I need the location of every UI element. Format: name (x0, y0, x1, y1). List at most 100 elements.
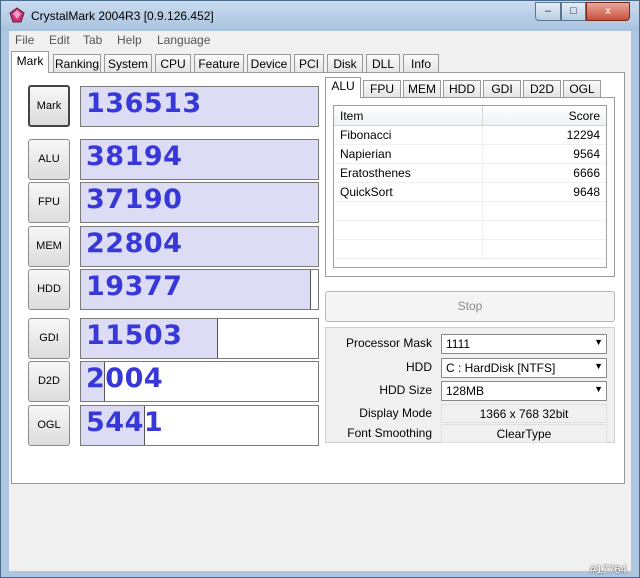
row-item: QuickSort (340, 185, 393, 199)
tab-info[interactable]: Info (403, 54, 439, 73)
result-tab-mem[interactable]: MEM (403, 80, 441, 98)
processor-mask-select[interactable]: 1111 ▼ (441, 334, 607, 354)
row-score: 9564 (573, 147, 600, 161)
tab-feature[interactable]: Feature (194, 54, 244, 73)
mark-score-box: 136513 (80, 86, 319, 127)
row-divider (482, 183, 483, 202)
results-header: Item Score (334, 106, 606, 126)
table-row-empty (334, 240, 606, 259)
column-divider (482, 106, 483, 126)
menu-help[interactable]: Help (117, 33, 142, 47)
column-header-score[interactable]: Score (569, 109, 600, 123)
menu-tab[interactable]: Tab (83, 33, 102, 47)
row-item: Eratosthenes (340, 166, 411, 180)
menu-bar: File Edit Tab Help Language (9, 31, 631, 51)
d2d-button[interactable]: D2D (28, 361, 70, 402)
result-panel: Item Score Fibonacci 12294 Napierian 956… (325, 97, 615, 277)
menu-edit[interactable]: Edit (49, 33, 70, 47)
row-item: Fibonacci (340, 128, 392, 142)
results-list[interactable]: Item Score Fibonacci 12294 Napierian 956… (333, 105, 607, 268)
menu-file[interactable]: File (15, 33, 34, 47)
alu-button[interactable]: ALU (28, 139, 70, 180)
hdd-size-select[interactable]: 128MB ▼ (441, 381, 607, 401)
table-row[interactable]: QuickSort 9648 (334, 183, 606, 202)
processor-mask-value: 1111 (446, 337, 471, 351)
table-row[interactable]: Napierian 9564 (334, 145, 606, 164)
result-tab-bar: ALU FPU MEM HDD GDI D2D OGL (325, 77, 619, 98)
window-title: CrystalMark 2004R3 [0.9.126.452] (31, 9, 214, 23)
crystalmark-app-icon (9, 7, 25, 23)
alu-score: 38194 (86, 141, 183, 172)
display-mode-label: Display Mode (359, 406, 432, 420)
row-divider (482, 164, 483, 183)
tab-cpu[interactable]: CPU (155, 54, 191, 73)
row-divider (482, 202, 483, 221)
font-smoothing-label: Font Smoothing (347, 426, 432, 440)
ogl-button[interactable]: OGL (28, 405, 70, 446)
fpu-score: 37190 (86, 184, 183, 215)
tab-device[interactable]: Device (247, 54, 291, 73)
dropdown-arrow-icon: ▼ (594, 337, 603, 347)
tab-pci[interactable]: PCI (294, 54, 324, 73)
tab-dll[interactable]: DLL (366, 54, 400, 73)
table-row-empty (334, 202, 606, 221)
tab-system[interactable]: System (104, 54, 152, 73)
mark-score: 136513 (86, 88, 202, 119)
menu-language[interactable]: Language (157, 33, 210, 47)
hdd-button[interactable]: HDD (28, 269, 70, 310)
maximize-button[interactable]: □ (561, 2, 586, 21)
title-bar[interactable]: CrystalMark 2004R3 [0.9.126.452] – □ x (1, 1, 639, 31)
tab-disk[interactable]: Disk (327, 54, 363, 73)
table-row[interactable]: Eratosthenes 6666 (334, 164, 606, 183)
ogl-score: 5441 (86, 407, 164, 438)
result-tab-hdd[interactable]: HDD (443, 80, 481, 98)
gdi-score: 11503 (86, 320, 183, 351)
column-header-item[interactable]: Item (340, 109, 363, 123)
ogl-score-box: 5441 (80, 405, 319, 446)
hdd-label: HDD (406, 360, 432, 374)
row-divider (482, 126, 483, 145)
tab-ranking[interactable]: Ranking (53, 54, 101, 73)
close-button[interactable]: x (586, 2, 630, 21)
d2d-score-box: 2004 (80, 361, 319, 402)
hdd-value: C : HardDisk [NTFS] (446, 361, 556, 375)
result-tab-fpu[interactable]: FPU (363, 80, 401, 98)
mem-button[interactable]: MEM (28, 226, 70, 267)
fpu-button[interactable]: FPU (28, 182, 70, 223)
fpu-score-box: 37190 (80, 182, 319, 223)
tab-mark[interactable]: Mark (11, 51, 49, 73)
table-row[interactable]: Fibonacci 12294 (334, 126, 606, 145)
alu-score-box: 38194 (80, 139, 319, 180)
watermark-text: #17764 (590, 564, 627, 576)
stop-button[interactable]: Stop (325, 291, 615, 322)
font-smoothing-value: ClearType (441, 424, 607, 443)
row-divider (482, 221, 483, 240)
main-tab-bar: Mark Ranking System CPU Feature Device P… (9, 51, 631, 73)
result-tab-gdi[interactable]: GDI (483, 80, 521, 98)
minimize-button[interactable]: – (535, 2, 561, 21)
hdd-score-box: 19377 (80, 269, 319, 310)
result-tab-alu[interactable]: ALU (325, 77, 361, 98)
client-area: File Edit Tab Help Language Mark Ranking… (9, 31, 631, 571)
settings-panel: Processor Mask 1111 ▼ HDD C : HardDisk [… (325, 327, 615, 443)
mem-score-box: 22804 (80, 226, 319, 267)
result-tab-d2d[interactable]: D2D (523, 80, 561, 98)
hdd-size-value: 128MB (446, 384, 485, 398)
processor-mask-label: Processor Mask (345, 336, 432, 350)
dropdown-arrow-icon: ▼ (594, 384, 603, 394)
d2d-score: 2004 (86, 363, 164, 394)
hdd-size-label: HDD Size (379, 383, 432, 397)
row-divider (482, 240, 483, 259)
table-row-empty (334, 221, 606, 240)
app-window: CrystalMark 2004R3 [0.9.126.452] – □ x F… (0, 0, 640, 578)
row-divider (482, 145, 483, 164)
mark-button[interactable]: Mark (28, 85, 70, 127)
gdi-button[interactable]: GDI (28, 318, 70, 359)
row-score: 12294 (566, 128, 600, 142)
hdd-select[interactable]: C : HardDisk [NTFS] ▼ (441, 358, 607, 378)
result-tab-ogl[interactable]: OGL (563, 80, 601, 98)
hdd-score: 19377 (86, 271, 183, 302)
row-item: Napierian (340, 147, 392, 161)
mem-score: 22804 (86, 228, 183, 259)
row-score: 9648 (573, 185, 600, 199)
